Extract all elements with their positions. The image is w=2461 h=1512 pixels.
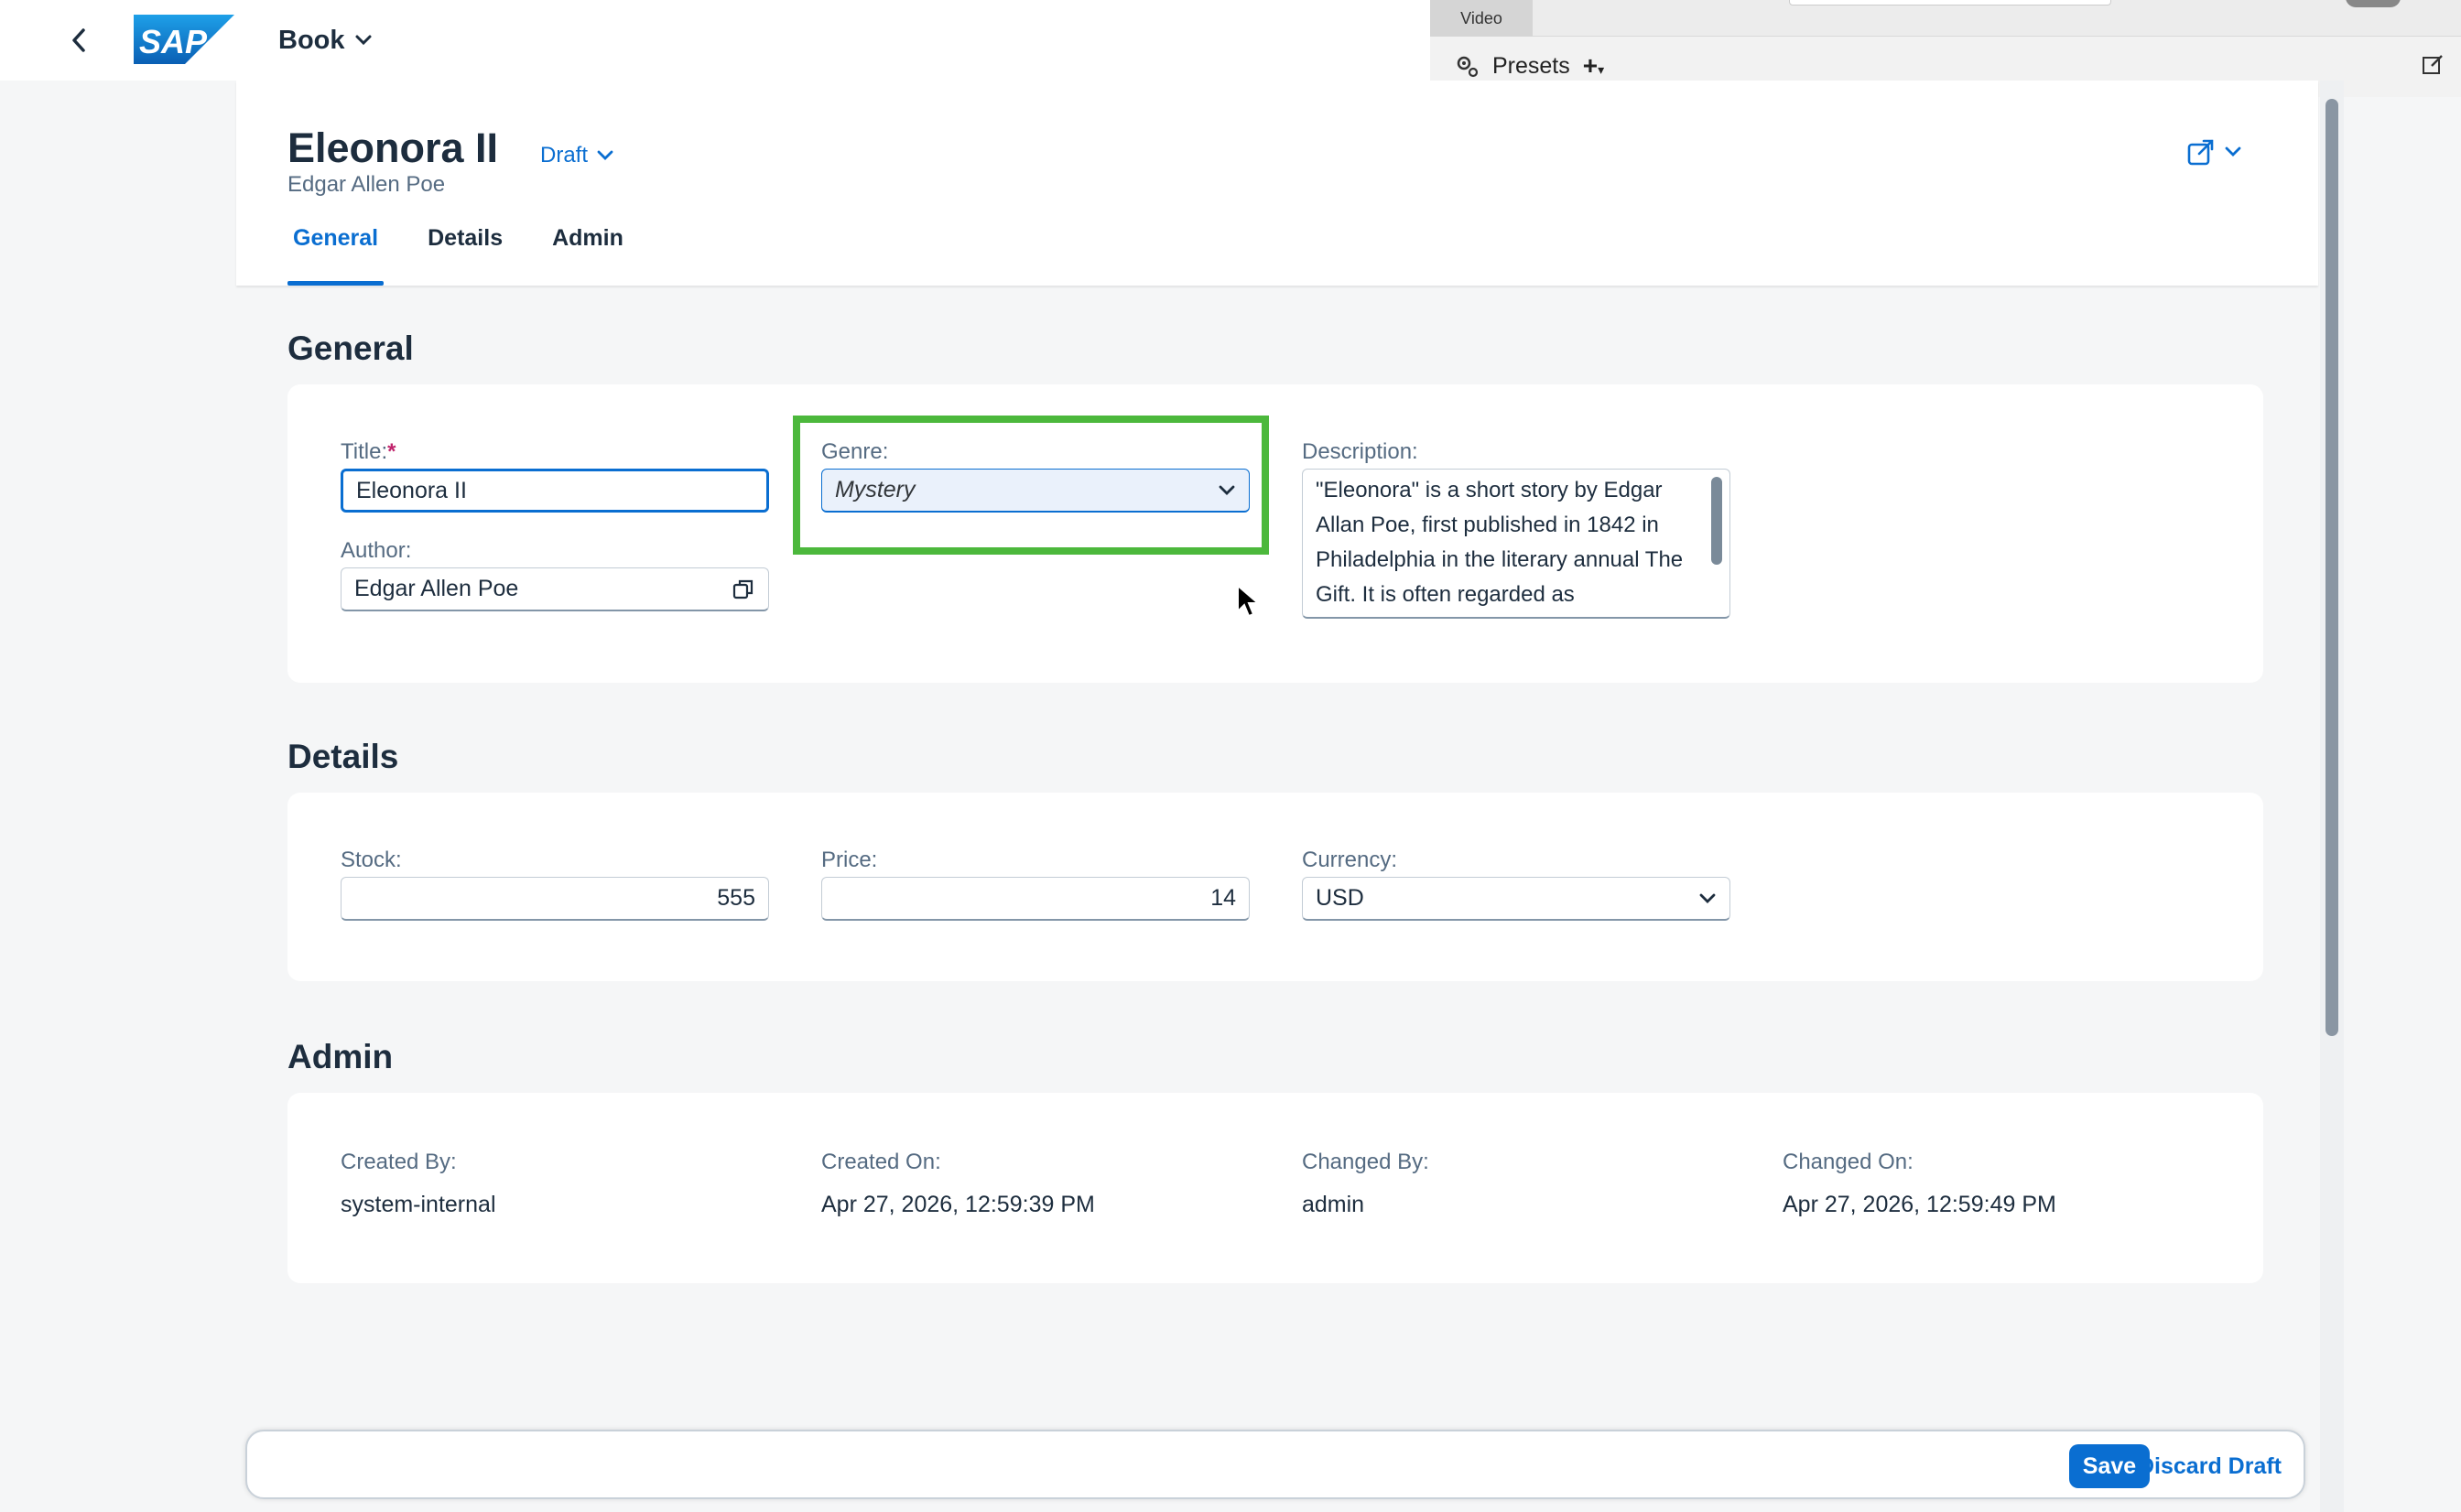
draft-status-selector[interactable]: Draft (540, 143, 613, 168)
created-on-value: Apr 27, 2026, 12:59:39 PM (821, 1192, 1095, 1217)
author-input-value: Edgar Allen Poe (354, 576, 519, 601)
copy-icon[interactable] (732, 578, 755, 601)
description-value: "Eleonora" is a short story by Edgar All… (1316, 478, 1684, 607)
price-label: Price: (821, 848, 878, 872)
currency-label: Currency: (1302, 848, 1398, 872)
title-input[interactable]: Eleonora II (341, 469, 769, 513)
changed-by-label: Changed By: (1302, 1150, 1429, 1174)
page-scrollbar[interactable] (2325, 99, 2338, 1036)
stock-label: Stock: (341, 848, 402, 872)
add-preset-button[interactable]: +▾ (1583, 51, 1604, 81)
description-textarea[interactable]: "Eleonora" is a short story by Edgar All… (1302, 469, 1730, 619)
currency-value: USD (1316, 885, 1364, 911)
chevron-down-icon (2225, 146, 2241, 157)
video-tab[interactable]: Video (1430, 0, 1533, 37)
presets-menu[interactable]: Presets +▾ (1454, 48, 1604, 84)
tab-general[interactable]: General (287, 225, 385, 286)
price-value: 14 (1210, 885, 1236, 911)
overlay-toggle[interactable] (2346, 0, 2401, 7)
required-marker: * (387, 439, 396, 464)
page-title: Eleonora II (287, 124, 499, 171)
sap-logo: SAP (134, 15, 234, 64)
page-subtitle: Edgar Allen Poe (287, 172, 446, 197)
details-card: Stock: 555 Price: 14 Currency: USD (287, 793, 2263, 981)
object-page: Eleonora II Edgar Allen Poe Draft Genera… (236, 81, 2318, 1512)
share-button[interactable] (2186, 137, 2241, 167)
overlay-input[interactable] (1789, 0, 2111, 5)
tab-admin[interactable]: Admin (547, 225, 629, 286)
stock-value: 555 (717, 885, 755, 911)
description-label: Description: (1302, 439, 1418, 464)
author-input[interactable]: Edgar Allen Poe (341, 567, 769, 611)
description-scrollbar[interactable] (1711, 477, 1722, 565)
general-section-title: General (287, 329, 414, 367)
created-by-value: system-internal (341, 1192, 496, 1217)
draft-status-label: Draft (540, 143, 589, 167)
edit-icon[interactable] (2421, 53, 2448, 81)
svg-text:SAP: SAP (139, 23, 208, 60)
caret-down-icon: ▾ (1598, 62, 1605, 77)
share-icon (2187, 139, 2214, 166)
app-title: Book (278, 25, 345, 55)
gear-icon (1457, 56, 1479, 78)
chevron-down-icon (1699, 893, 1716, 903)
author-label: Author: (341, 538, 412, 563)
footer-toolbar: Save Discard Draft (245, 1430, 2305, 1499)
section-tabs: General Details Admin (287, 225, 667, 286)
currency-select[interactable]: USD (1302, 877, 1730, 921)
title-label-text: Title: (341, 439, 388, 464)
created-on-label: Created On: (821, 1150, 941, 1174)
details-section-title: Details (287, 738, 399, 775)
price-input[interactable]: 14 (821, 877, 1250, 921)
back-button[interactable] (57, 18, 101, 62)
admin-card: Created By: system-internal Created On: … (287, 1093, 2263, 1283)
app-title-menu[interactable]: Book (278, 22, 373, 59)
add-preset-label: + (1582, 51, 1599, 80)
changed-by-value: admin (1302, 1192, 1365, 1217)
chevron-down-icon (597, 150, 613, 160)
stock-input[interactable]: 555 (341, 877, 769, 921)
chevron-left-icon (72, 28, 85, 52)
changed-on-value: Apr 27, 2026, 12:59:49 PM (1783, 1192, 2056, 1217)
created-by-label: Created By: (341, 1150, 457, 1174)
title-input-value: Eleonora II (356, 477, 467, 503)
admin-section-title: Admin (287, 1038, 394, 1075)
title-label: Title:* (341, 439, 396, 465)
mouse-cursor-icon (1237, 584, 1260, 618)
chevron-down-icon (355, 35, 371, 46)
general-card: Title:* Eleonora II Author: Edgar Allen … (287, 384, 2263, 683)
presets-label: Presets (1492, 52, 1570, 79)
changed-on-label: Changed On: (1783, 1150, 1914, 1174)
tab-details[interactable]: Details (422, 225, 508, 286)
object-header: Eleonora II Edgar Allen Poe Draft Genera… (236, 81, 2318, 286)
genre-highlight-box (793, 416, 1269, 555)
recording-toolbar-top: Video (1430, 0, 2461, 37)
discard-draft-button[interactable]: Discard Draft (2138, 1444, 2282, 1488)
